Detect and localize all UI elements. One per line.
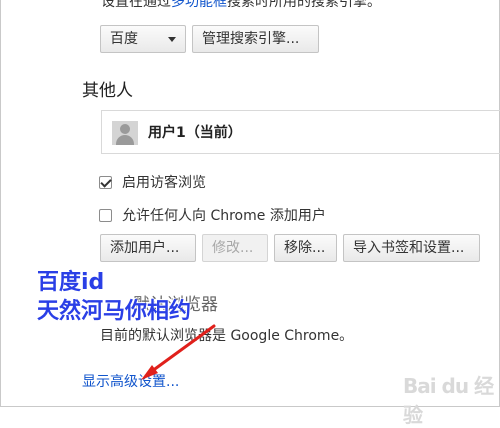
remove-user-button[interactable]: 移除...: [274, 234, 337, 262]
user-list: 用户1（当前）: [101, 110, 500, 154]
baidu-jingyan-logo: Bai du 经验: [393, 364, 497, 427]
search-engine-select[interactable]: 百度: [100, 25, 186, 53]
guest-browsing-label: 启用访客浏览: [122, 175, 206, 191]
logo-text: Bai du 经验: [403, 374, 494, 427]
settings-page: 设置在通过多功能框搜索时所用的搜索引擎。 百度 管理搜索引擎... 其他人 用户…: [0, 0, 500, 427]
allow-add-user-row[interactable]: 允许任何人向 Chrome 添加用户: [99, 205, 326, 225]
allow-add-user-checkbox[interactable]: [99, 208, 112, 222]
watermark-line-1: 百度id: [37, 270, 105, 295]
guest-browsing-checkbox[interactable]: [99, 175, 112, 189]
search-description-text-end: 搜索时所用的搜索引擎。: [227, 0, 381, 10]
manage-search-engines-button[interactable]: 管理搜索引擎...: [192, 25, 319, 53]
add-user-button[interactable]: 添加用户...: [100, 234, 196, 262]
search-engine-selected-value: 百度: [110, 31, 138, 47]
watermark-line-2: 天然河马你相约: [37, 299, 192, 324]
dropdown-arrow-icon: [168, 37, 176, 42]
search-engine-description: 设置在通过多功能框搜索时所用的搜索引擎。: [101, 0, 381, 11]
allow-add-user-label: 允许任何人向 Chrome 添加用户: [122, 208, 326, 224]
search-description-text: 设置在通过: [101, 0, 171, 10]
guest-browsing-row[interactable]: 启用访客浏览: [99, 172, 206, 192]
people-section-title: 其他人: [82, 81, 133, 101]
edit-user-button[interactable]: 修改...: [202, 234, 268, 262]
pointer-arrow-icon: [141, 324, 216, 380]
omnibox-link[interactable]: 多功能框: [171, 0, 227, 10]
user-avatar-icon: [112, 121, 138, 145]
import-bookmarks-button[interactable]: 导入书签和设置...: [343, 234, 480, 262]
current-user-name[interactable]: 用户1（当前）: [148, 122, 242, 142]
default-browser-description: 目前的默认浏览器是 Google Chrome。: [100, 328, 354, 344]
show-advanced-settings-link[interactable]: 显示高级设置...: [82, 371, 179, 391]
